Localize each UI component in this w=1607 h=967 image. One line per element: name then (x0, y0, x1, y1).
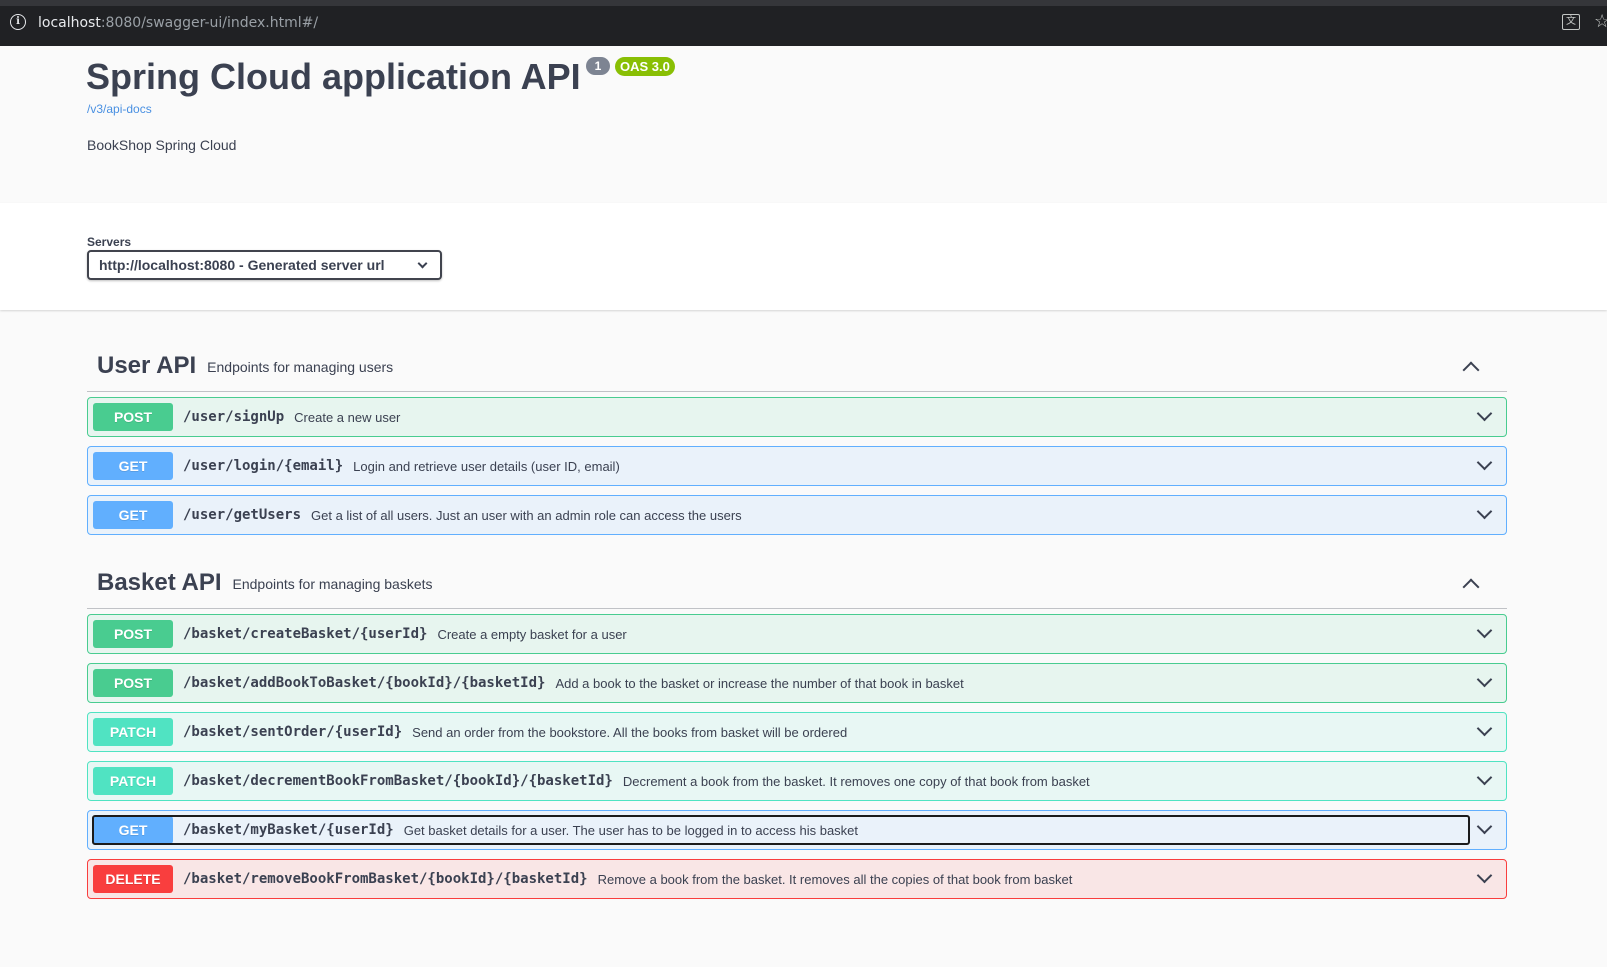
translate-icon[interactable]: 文 (1562, 14, 1580, 30)
chevron-up-icon[interactable] (1462, 578, 1480, 596)
method-badge: POST (93, 620, 173, 648)
operation-summary: Get basket details for a user. The user … (403, 822, 859, 838)
method-badge: DELETE (93, 865, 173, 893)
chevron-down-icon[interactable] (1476, 867, 1493, 884)
chevron-down-icon (417, 258, 428, 269)
api-info: Spring Cloud application API 1 OAS 3.0 /… (0, 46, 1607, 203)
operation-summary: Get a list of all users. Just an user wi… (311, 507, 742, 523)
star-icon[interactable]: ☆ (1594, 11, 1607, 32)
url-host: localhost (38, 15, 101, 31)
chevron-down-icon[interactable] (1476, 503, 1493, 520)
operation-path: /user/login/{email} (183, 458, 344, 474)
info-icon[interactable]: i (10, 14, 26, 30)
operation-path: /basket/createBasket/{userId} (183, 626, 428, 642)
oas-badge: OAS 3.0 (615, 57, 675, 76)
tag-header-user-api[interactable]: User API Endpoints for managing users (87, 340, 1507, 392)
operation-row[interactable]: POST /user/signUp Create a new user (87, 397, 1507, 437)
operation-summary: Add a book to the basket or increase the… (555, 675, 964, 691)
operation-row[interactable]: GET /basket/myBasket/{userId} Get basket… (87, 810, 1507, 850)
operation-path: /basket/decrementBookFromBasket/{bookId}… (183, 773, 613, 789)
operation-path: /basket/myBasket/{userId} (183, 822, 394, 838)
operation-summary: Decrement a book from the basket. It rem… (622, 773, 1090, 789)
chevron-down-icon[interactable] (1476, 818, 1493, 835)
operation-row[interactable]: GET /user/login/{email} Login and retrie… (87, 446, 1507, 486)
server-select[interactable]: http://localhost:8080 - Generated server… (87, 250, 442, 280)
chevron-down-icon[interactable] (1476, 622, 1493, 639)
chevron-down-icon[interactable] (1476, 405, 1493, 422)
method-badge: GET (93, 452, 173, 480)
operation-path: /user/signUp (183, 409, 285, 425)
operation-summary: Create a empty basket for a user (437, 626, 627, 642)
method-badge: PATCH (93, 718, 173, 746)
operation-path: /basket/addBookToBasket/{bookId}/{basket… (183, 675, 546, 691)
method-badge: GET (93, 501, 173, 529)
operation-summary: Create a new user (294, 409, 401, 425)
operation-row[interactable]: POST /basket/addBookToBasket/{bookId}/{b… (87, 663, 1507, 703)
servers-label: Servers (87, 235, 132, 249)
operation-row[interactable]: POST /basket/createBasket/{userId} Creat… (87, 614, 1507, 654)
operation-summary: Login and retrieve user details (user ID… (353, 458, 620, 474)
address-url[interactable]: localhost:8080/swagger-ui/index.html#/ (38, 15, 318, 31)
operation-row[interactable]: PATCH /basket/decrementBookFromBasket/{b… (87, 761, 1507, 801)
operation-row[interactable]: DELETE /basket/removeBookFromBasket/{boo… (87, 859, 1507, 899)
chevron-down-icon[interactable] (1476, 769, 1493, 786)
chevron-down-icon[interactable] (1476, 454, 1493, 471)
method-badge: GET (93, 816, 173, 844)
tag-section-basket-api: Basket API Endpoints for managing basket… (87, 557, 1507, 899)
operation-summary: Send an order from the bookstore. All th… (412, 724, 848, 740)
browser-address-bar: i localhost:8080/swagger-ui/index.html#/… (0, 0, 1607, 46)
chevron-down-icon[interactable] (1476, 671, 1493, 688)
tag-description: Endpoints for managing baskets (232, 575, 433, 592)
operation-path: /basket/removeBookFromBasket/{bookId}/{b… (183, 871, 588, 887)
version-badge: 1 (586, 57, 610, 75)
tag-description: Endpoints for managing users (207, 358, 394, 375)
operations-content: User API Endpoints for managing users PO… (0, 310, 1607, 899)
tag-section-user-api: User API Endpoints for managing users PO… (87, 340, 1507, 535)
operation-row[interactable]: PATCH /basket/sentOrder/{userId} Send an… (87, 712, 1507, 752)
tag-name: Basket API (97, 568, 222, 596)
tag-name: User API (97, 351, 197, 379)
api-description: BookShop Spring Cloud (87, 137, 237, 153)
servers-section: Servers http://localhost:8080 - Generate… (0, 203, 1607, 310)
api-docs-link[interactable]: /v3/api-docs (87, 102, 152, 116)
page-title: Spring Cloud application API (86, 56, 581, 97)
method-badge: POST (93, 403, 173, 431)
operation-summary: Remove a book from the basket. It remove… (597, 871, 1073, 887)
tag-header-basket-api[interactable]: Basket API Endpoints for managing basket… (87, 557, 1507, 609)
url-path: :8080/swagger-ui/index.html#/ (100, 15, 319, 31)
operation-row[interactable]: GET /user/getUsers Get a list of all use… (87, 495, 1507, 535)
operation-path: /basket/sentOrder/{userId} (183, 724, 403, 740)
server-select-value: http://localhost:8080 - Generated server… (99, 257, 385, 273)
operation-path: /user/getUsers (183, 507, 302, 523)
method-badge: POST (93, 669, 173, 697)
chevron-up-icon[interactable] (1462, 361, 1480, 379)
chevron-down-icon[interactable] (1476, 720, 1493, 737)
method-badge: PATCH (93, 767, 173, 795)
